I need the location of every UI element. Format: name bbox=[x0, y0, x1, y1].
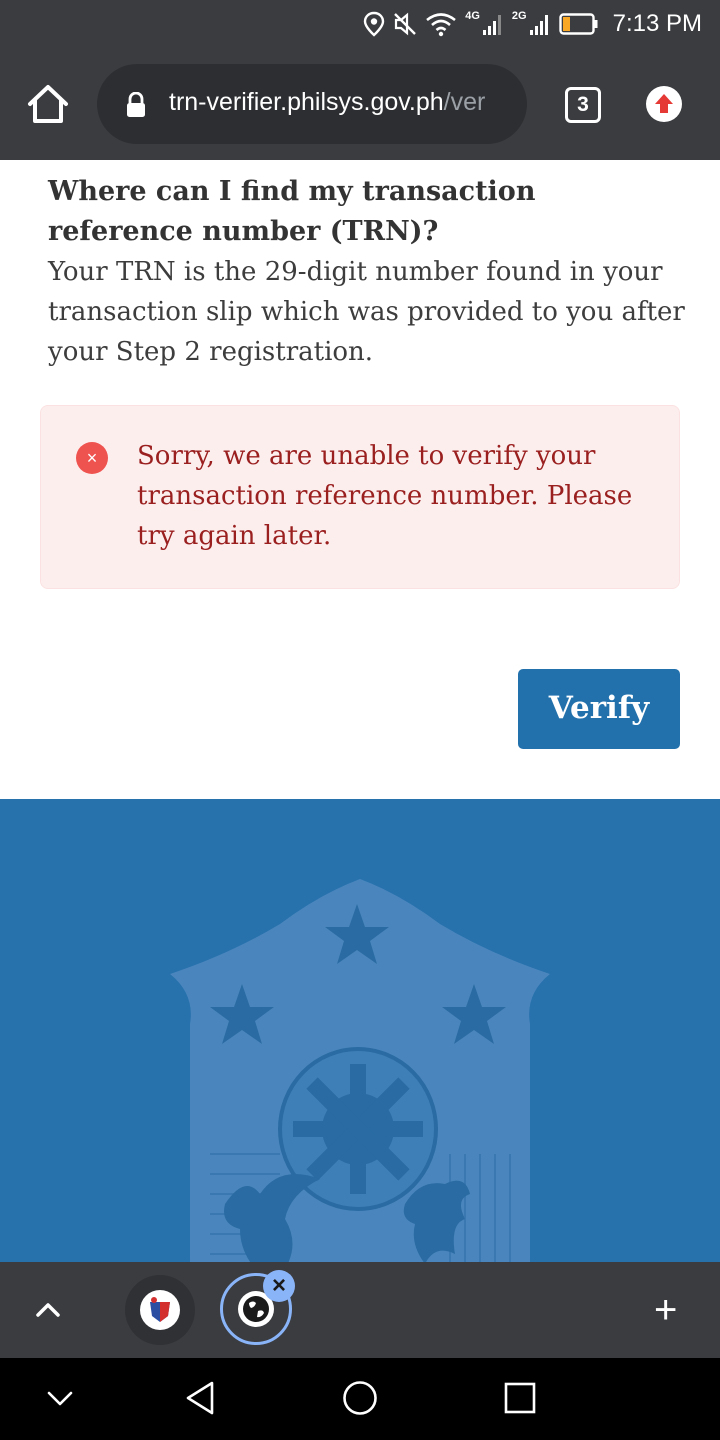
browser-toolbar: trn-verifier.philsys.gov.ph/ver 3 bbox=[0, 48, 720, 160]
address-bar[interactable]: trn-verifier.philsys.gov.ph/ver bbox=[97, 64, 527, 144]
faq-question: Where can I find my transaction referenc… bbox=[48, 176, 536, 247]
bottom-tab-bar: × + bbox=[0, 1262, 720, 1358]
verify-button[interactable]: Verify bbox=[518, 669, 680, 749]
url-domain: trn-verifier.philsys.gov.ph bbox=[169, 88, 444, 116]
signal-icon bbox=[529, 15, 548, 35]
network-type-1: 4G bbox=[465, 10, 480, 22]
network-type-2: 2G bbox=[511, 10, 527, 22]
footer bbox=[0, 799, 720, 1262]
recents-icon[interactable] bbox=[504, 1382, 536, 1414]
battery-icon bbox=[558, 13, 598, 35]
page-content: Where can I find my transaction referenc… bbox=[0, 160, 720, 800]
chevron-down-icon[interactable] bbox=[46, 1386, 74, 1410]
new-tab-button[interactable]: + bbox=[654, 1290, 677, 1330]
close-tab-icon[interactable]: × bbox=[263, 1270, 295, 1302]
error-alert: × Sorry, we are unable to verify your tr… bbox=[40, 405, 680, 589]
url-text: trn-verifier.philsys.gov.ph/ver bbox=[169, 88, 485, 117]
home-button[interactable] bbox=[26, 82, 70, 126]
tab-philsys[interactable] bbox=[125, 1275, 195, 1345]
wifi-icon bbox=[426, 13, 457, 37]
home-icon bbox=[28, 85, 68, 123]
update-button[interactable] bbox=[646, 86, 682, 122]
philippine-seal-logo bbox=[170, 879, 550, 1262]
system-nav-bar bbox=[0, 1358, 720, 1440]
error-message: Sorry, we are unable to verify your tran… bbox=[137, 441, 633, 551]
mute-icon bbox=[394, 12, 417, 36]
signal-icon bbox=[482, 15, 501, 35]
url-path: /ver bbox=[443, 88, 486, 116]
tab-switcher-button[interactable]: 3 bbox=[565, 87, 601, 123]
faq-answer: Your TRN is the 29-digit number found in… bbox=[48, 257, 685, 367]
status-bar: 4G 2G 7:13 PM bbox=[0, 0, 720, 48]
error-icon: × bbox=[76, 442, 108, 474]
philsys-favicon-icon bbox=[140, 1290, 180, 1330]
back-icon[interactable] bbox=[184, 1380, 216, 1416]
chevron-up-icon[interactable] bbox=[34, 1296, 62, 1324]
status-icons: 4G 2G 7:13 PM bbox=[363, 8, 702, 40]
lock-icon bbox=[127, 92, 145, 117]
update-icon bbox=[655, 94, 673, 113]
location-icon bbox=[364, 11, 385, 37]
home-nav-icon[interactable] bbox=[342, 1380, 378, 1416]
status-time: 7:13 PM bbox=[612, 10, 702, 37]
